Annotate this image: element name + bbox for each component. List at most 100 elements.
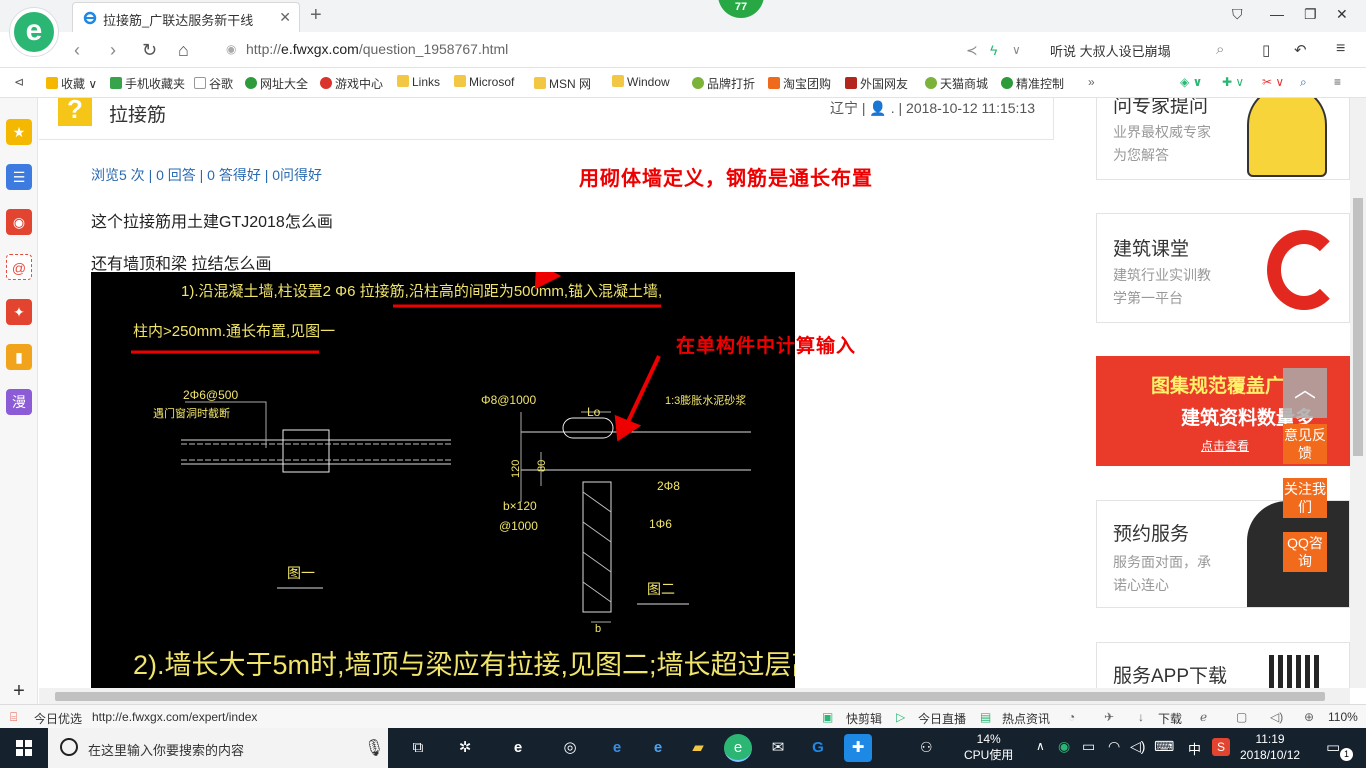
bookmark-item[interactable]: 淘宝团购 <box>768 75 831 92</box>
people-icon[interactable]: ⚇ <box>920 739 933 756</box>
sound-icon[interactable]: ◁) <box>1270 710 1283 724</box>
bookmark-item[interactable]: Links <box>397 75 440 89</box>
mail-app-icon[interactable]: ✉ <box>764 734 792 762</box>
mail-icon[interactable]: @ <box>6 254 32 280</box>
vertical-scrollbar[interactable] <box>1350 98 1366 688</box>
skin-icon[interactable]: ⛉ <box>1232 6 1243 23</box>
cpu-meter[interactable]: 14% CPU使用 <box>964 731 1013 763</box>
speed-icon[interactable]: ◔ <box>1068 710 1075 724</box>
bookmark-item[interactable]: 网址大全 <box>245 75 308 92</box>
wifi-icon[interactable]: ◠ <box>1108 738 1120 755</box>
bookmark-item[interactable]: 品牌打折 <box>692 75 755 92</box>
qq-consult-button[interactable]: QQ咨询 <box>1283 532 1327 572</box>
taskbar-search[interactable]: 在这里输入你要搜索的内容 🎙 <box>48 728 388 768</box>
horizontal-scrollbar[interactable] <box>39 688 1350 704</box>
screenshot-icon[interactable]: ✂ ∨ <box>1262 75 1284 89</box>
comic-icon[interactable]: 漫 <box>6 389 32 415</box>
game-icon[interactable]: ✦ <box>6 299 32 325</box>
today-picks[interactable]: 今日优选 <box>34 710 82 727</box>
vertical-scroll-thumb[interactable] <box>1353 198 1363 456</box>
home-icon[interactable]: ⌂ <box>178 40 189 61</box>
sidebar-toggle-icon[interactable]: ⊲ <box>14 75 24 89</box>
address-bar[interactable]: http://e.fwxgx.com/question_1958767.html <box>246 41 508 57</box>
volume-icon[interactable]: ◁) <box>1130 738 1145 755</box>
security-icon[interactable]: ◉ <box>226 42 236 56</box>
ie-shell-icon[interactable]: e <box>504 734 532 762</box>
new-tab-button[interactable]: + <box>310 4 322 27</box>
hot-news-link[interactable]: 热点资讯 <box>1002 710 1050 727</box>
ime-indicator[interactable]: 中 <box>1188 739 1201 758</box>
bookmark-item[interactable]: MSN 网 <box>534 75 591 92</box>
search-icon[interactable]: ⌕ <box>1216 41 1224 58</box>
live-link[interactable]: 今日直播 <box>918 710 966 727</box>
task-view-icon[interactable]: ⧉ <box>404 734 432 762</box>
kuaijian-link[interactable]: 快剪辑 <box>846 710 882 727</box>
plus-app-icon[interactable]: ✚ <box>844 734 872 762</box>
download-icon[interactable]: ↓ <box>1138 710 1144 724</box>
class-card[interactable]: 建筑课堂 建筑行业实训教 学第一平台 <box>1096 213 1350 323</box>
battery-icon[interactable]: ▭ <box>1082 738 1095 755</box>
sogou-icon[interactable]: S <box>1212 738 1230 756</box>
system-clock[interactable]: 11:19 2018/10/12 <box>1240 731 1300 763</box>
refresh-icon[interactable]: ↻ <box>142 40 157 61</box>
notification-icon[interactable]: ▭ <box>1326 738 1340 756</box>
keyboard-icon[interactable]: ⌨ <box>1154 738 1174 755</box>
gift-icon[interactable]: ⌸ <box>10 710 17 725</box>
star-icon[interactable]: ★ <box>6 119 32 145</box>
zoom-icon[interactable]: ⊕ <box>1304 710 1314 724</box>
score-badge[interactable]: 77 <box>718 0 764 18</box>
start-button[interactable] <box>0 728 48 768</box>
forward-icon[interactable]: › <box>110 40 116 61</box>
download-link[interactable]: 下载 <box>1158 710 1182 727</box>
mobile-icon[interactable]: ▯ <box>1262 41 1270 59</box>
bookmark-item[interactable]: Microsof <box>454 75 514 89</box>
bookmark-item[interactable]: 外国网友 <box>845 75 908 92</box>
add-rail-icon[interactable]: + <box>6 678 32 704</box>
wechat-icon[interactable]: ◉ <box>1058 738 1070 755</box>
bookmark-item[interactable]: 收藏 ∨ <box>46 75 97 92</box>
lightning-icon[interactable]: ϟ <box>990 42 997 58</box>
book-icon[interactable]: ▮ <box>6 344 32 370</box>
file-explorer-icon[interactable]: ▰ <box>684 734 712 762</box>
menu-icon[interactable]: ≡ <box>1336 40 1345 58</box>
app-download-card[interactable]: 服务APP下载 <box>1096 642 1350 688</box>
edge-icon[interactable]: e <box>603 734 631 762</box>
bookmark-item[interactable]: 天猫商城 <box>925 75 988 92</box>
browser-360-icon[interactable]: e <box>724 734 752 762</box>
window-icon[interactable]: ▢ <box>1236 710 1247 724</box>
horizontal-scroll-thumb[interactable] <box>55 692 1325 701</box>
tray-up-icon[interactable]: ∧ <box>1036 739 1045 753</box>
zoom-level[interactable]: 110% <box>1328 710 1358 724</box>
bookmark-item[interactable]: 精准控制 <box>1001 75 1064 92</box>
browser-ie-icon[interactable]: ℯ <box>1200 710 1207 724</box>
extension-icon[interactable]: ✚ ∨ <box>1222 75 1244 89</box>
bookmark-item[interactable]: Window <box>612 75 670 89</box>
bookmark-item[interactable]: 谷歌 <box>194 75 233 92</box>
bookmark-item[interactable]: 游戏中心 <box>320 75 383 92</box>
kuaijian-icon[interactable]: ▣ <box>822 710 833 724</box>
tab-close-icon[interactable]: ✕ <box>279 9 291 26</box>
banner-button[interactable]: 点击查看 <box>1201 437 1249 454</box>
chevron-down-icon[interactable]: ∨ <box>1012 43 1021 57</box>
question-stats[interactable]: 浏览5 次 | 0 回答 | 0 答得好 | 0问得好 <box>91 165 322 185</box>
microphone-icon[interactable]: 🎙 <box>364 738 384 758</box>
weibo-icon[interactable]: ◉ <box>6 209 32 235</box>
share-icon[interactable]: ≺ <box>966 42 978 59</box>
back-icon[interactable]: ‹ <box>74 40 80 61</box>
internet-explorer-icon[interactable]: e <box>644 734 672 762</box>
pinwheel-app-icon[interactable]: ✲ <box>451 734 479 762</box>
restore-icon[interactable]: ❐ <box>1304 6 1317 23</box>
back-to-top-button[interactable]: ︿ <box>1283 368 1327 418</box>
close-window-icon[interactable]: ✕ <box>1336 6 1348 23</box>
feedback-button[interactable]: 意见反馈 <box>1283 424 1327 464</box>
bookmark-item[interactable]: 手机收藏夹 <box>110 75 185 92</box>
news-icon[interactable]: ☰ <box>6 164 32 190</box>
follow-us-button[interactable]: 关注我们 <box>1283 478 1327 518</box>
swirl-app-icon[interactable]: ◎ <box>556 734 584 762</box>
more-bookmarks-icon[interactable]: » <box>1088 75 1095 89</box>
shield-icon[interactable]: ◈ ∨ <box>1180 75 1202 89</box>
undo-icon[interactable]: ↶ <box>1294 41 1307 59</box>
hot-news-icon[interactable]: ▤ <box>980 710 991 724</box>
live-icon[interactable]: ▷ <box>896 710 905 724</box>
pin-icon[interactable]: ✈ <box>1104 710 1114 724</box>
